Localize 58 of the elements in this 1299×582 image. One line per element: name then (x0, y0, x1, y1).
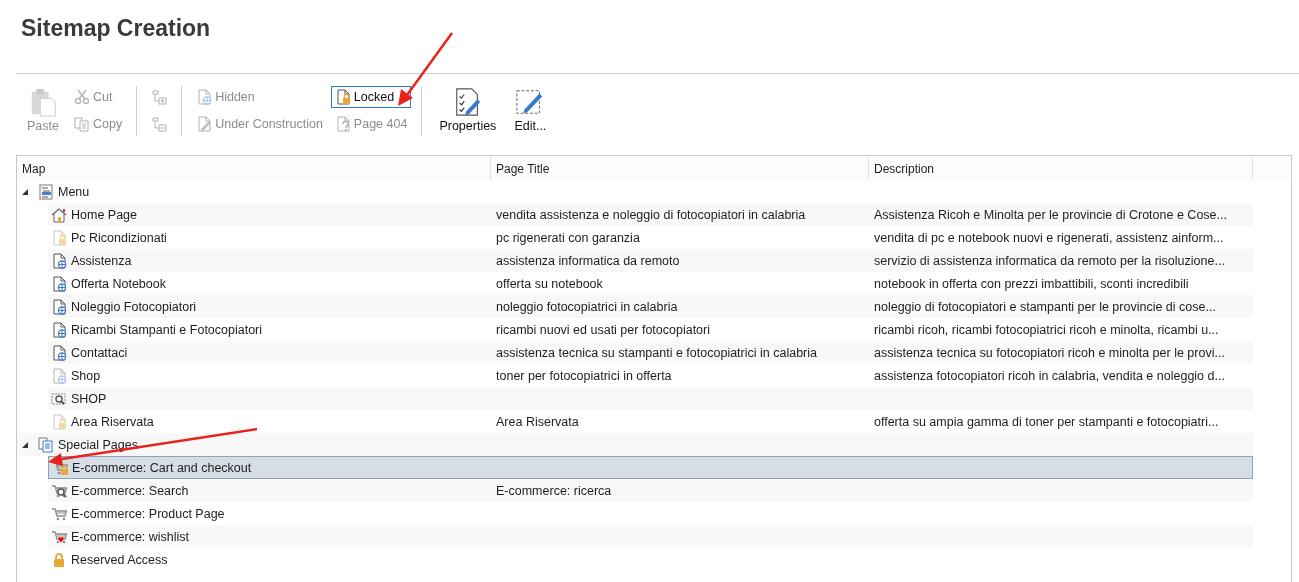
table-cell: servizio di assistenza informatica da remoto per la risoluzione... (874, 253, 1225, 268)
table-cell: noleggio fotocopiatrici in calabria (496, 299, 678, 314)
toolbar-button[interactable]: Properties (432, 86, 504, 134)
tree-item[interactable]: Assistenza assistenza informatica da remoto servizio di assistenza informatica da remoto per la risoluzione... (48, 249, 1253, 272)
page-name: E-commerce: Product Page (71, 506, 225, 521)
table-cell: assistenza tecnica su stampanti e fotocopiatrici in calabria (496, 345, 817, 360)
table-cell: offerta su notebook (496, 276, 603, 291)
tree-item[interactable]: Noleggio Fotocopiatori noleggio fotocopiatrici in calabria noleggio di fotocopiatori e stampanti per le provincie di cose... (48, 295, 1253, 318)
table-cell: Area Riservata (496, 414, 579, 429)
tree-item[interactable]: SHOP (48, 387, 1253, 410)
page-question-icon (334, 116, 351, 132)
table-cell: notebook in offerta con prezzi imbattibili, sconti incredibili (874, 276, 1189, 291)
page-name: Home Page (71, 207, 137, 222)
table-cell: assistenza informatica da remoto (496, 253, 680, 268)
list-icon (38, 183, 54, 200)
tree-item[interactable]: E-commerce: Search E-commerce: ricerca (48, 479, 1253, 502)
page-name: Pc Ricondizionati (71, 230, 167, 245)
page-name: E-commerce: Cart and checkout (72, 460, 252, 475)
page-name: Area Riservata (71, 414, 154, 429)
tree-item[interactable]: E-commerce: Cart and checkout (48, 456, 1253, 479)
table-cell: vendita di pc e notebook nuovi e rigenerati, assistenz ainform... (874, 230, 1224, 245)
table-cell: ricambi ricoh, ricambi fotocopiatrici ricoh e minolta, ricambi u... (874, 322, 1219, 337)
table-cell: E-commerce: ricerca (496, 483, 612, 498)
page-name: Reserved Access (71, 552, 168, 567)
scissors-icon (73, 89, 90, 105)
page-pencil-icon (196, 116, 213, 132)
documents-icon (38, 436, 54, 453)
expand-toggle[interactable] (21, 440, 29, 449)
page-name: Offerta Notebook (71, 276, 166, 291)
table-cell: assistenza tecnica su fotocopiatori ricoh e minolta per le provi... (874, 345, 1225, 360)
page-name: Shop (71, 368, 101, 383)
tree-item[interactable]: E-commerce: wishlist (48, 525, 1253, 548)
web-page-icon (196, 89, 213, 105)
page-name: SHOP (71, 391, 107, 406)
table-cell: offerta su ampia gamma di toner per stampanti e fotocopiatri... (874, 414, 1219, 429)
page-name: Ricambi Stampanti e Fotocopiatori (71, 322, 263, 337)
group-name: Menu (58, 184, 90, 199)
tree-item[interactable]: Contattaci assistenza tecnica su stampanti e fotocopiatrici in calabria assistenza tecnica su fotocopiatori ricoh e minolta per le provi... (48, 341, 1253, 364)
page-name: E-commerce: Search (71, 483, 189, 498)
tree-indent-icon (151, 89, 168, 105)
table-cell: ricambi nuovi ed usati per fotocopiatori (496, 322, 710, 337)
table-cell: pc rigenerati con garanzia (496, 230, 640, 245)
tree-item[interactable]: Home Page vendita assistenza e noleggio di fotocopiatori in calabria Assistenza Ricoh e Minolta per le provincie di Crotone e Cose... (48, 203, 1253, 226)
page-name: Noleggio Fotocopiatori (71, 299, 197, 314)
expand-toggle[interactable] (21, 187, 29, 196)
table-cell: noleggio di fotocopiatori e stampanti per le provincie di cose... (874, 299, 1216, 314)
table-cell: vendita assistenza e noleggio di fotocopiatori in calabria (496, 207, 806, 222)
table-cell: Assistenza Ricoh e Minolta per le provincie di Crotone e Cose... (874, 207, 1227, 222)
tree-outdent-icon (151, 116, 168, 132)
copy-icon (73, 116, 90, 132)
page-title: Sitemap Creation (20, 14, 212, 43)
page-name: Assistenza (71, 253, 132, 268)
table-cell: toner per fotocopiatrici in offerta (496, 368, 672, 383)
locked-page-icon (334, 89, 351, 105)
page-name: Contattaci (71, 345, 128, 360)
toolbar-button[interactable]: Edit... (507, 86, 554, 134)
table-cell: assistenza fotocopiatori ricoh in calabria, vendita e noleggio d... (874, 368, 1225, 383)
page-name: E-commerce: wishlist (71, 529, 190, 544)
